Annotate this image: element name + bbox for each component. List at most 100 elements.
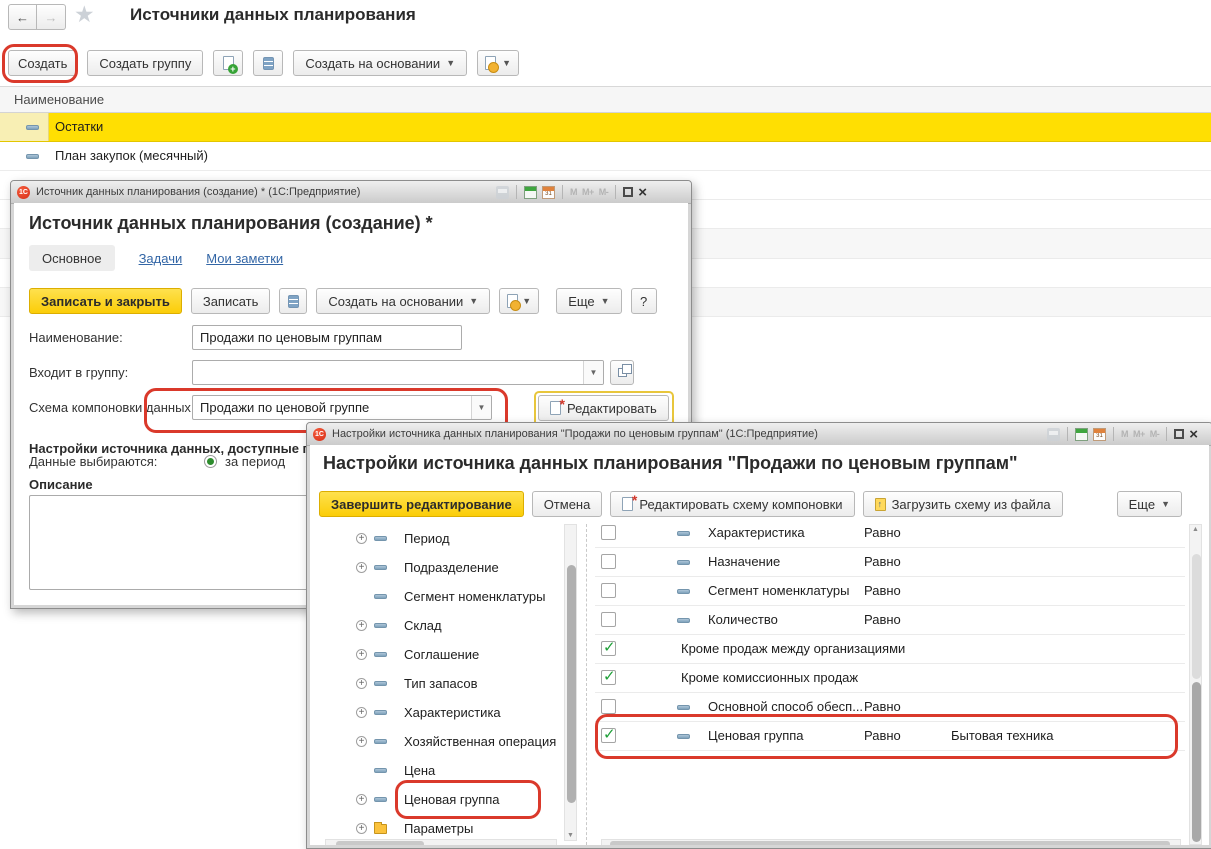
tree-item[interactable]: +Подразделение: [319, 553, 559, 582]
calculator-icon[interactable]: [524, 186, 537, 199]
tree-item[interactable]: +Тип запасов: [319, 669, 559, 698]
more-button[interactable]: Еще ▼: [1117, 491, 1182, 517]
load-schema-button[interactable]: Загрузить схему из файла: [863, 491, 1063, 517]
condition-checkbox[interactable]: [601, 525, 616, 540]
group-field[interactable]: ▼: [192, 360, 604, 385]
new-item-icon-button[interactable]: [213, 50, 243, 76]
close-button[interactable]: ×: [1189, 428, 1198, 441]
condition-row[interactable]: ХарактеристикаРавно: [595, 519, 1185, 548]
finish-editing-button[interactable]: Завершить редактирование: [319, 491, 524, 517]
tree-item[interactable]: +Соглашение: [319, 640, 559, 669]
expand-icon[interactable]: +: [356, 562, 367, 573]
edit-schema-button[interactable]: Редактировать: [538, 395, 669, 421]
create-based-on-button[interactable]: Создать на основании ▼: [316, 288, 490, 314]
expand-icon[interactable]: +: [356, 823, 367, 834]
table-row[interactable]: Остатки: [0, 113, 1211, 142]
memory-add-button[interactable]: M+: [1133, 429, 1145, 439]
list-header[interactable]: Наименование: [0, 86, 1211, 113]
tree-item[interactable]: +Склад: [319, 611, 559, 640]
tab-tasks[interactable]: Задачи: [139, 251, 183, 266]
dialog2-titlebar[interactable]: 1С Настройки источника данных планирован…: [307, 423, 1211, 446]
condition-row[interactable]: Сегмент номенклатурыРавно: [595, 577, 1185, 606]
chevron-down-icon[interactable]: ▼: [471, 396, 491, 419]
scrollbar-thumb[interactable]: [567, 565, 576, 803]
scrollbar-thumb[interactable]: [1192, 682, 1201, 842]
expand-icon[interactable]: +: [356, 794, 367, 805]
conditions-vertical-scrollbar[interactable]: ▲: [1189, 524, 1202, 845]
save-button[interactable]: Записать: [191, 288, 271, 314]
tree-item[interactable]: +Хозяйственная операция: [319, 727, 559, 756]
expand-icon[interactable]: +: [356, 678, 367, 689]
schema-field[interactable]: Продажи по ценовой группе ▼: [192, 395, 492, 420]
scroll-down-icon[interactable]: ▼: [565, 832, 576, 839]
condition-checkbox[interactable]: [601, 612, 616, 627]
condition-checkbox[interactable]: [601, 728, 616, 743]
table-row[interactable]: План закупок (месячный): [0, 142, 1211, 171]
memory-subtract-button[interactable]: M-: [1150, 429, 1160, 439]
maximize-button[interactable]: [1174, 429, 1184, 439]
tree-item[interactable]: +Характеристика: [319, 698, 559, 727]
back-button[interactable]: ←: [8, 4, 37, 30]
tab-main[interactable]: Основное: [29, 245, 115, 271]
memory-recall-button[interactable]: M: [570, 187, 577, 197]
scroll-up-icon[interactable]: ▲: [1190, 526, 1201, 533]
scrollbar-thumb[interactable]: [610, 841, 1170, 845]
radio-period[interactable]: [204, 455, 217, 468]
edit-layout-schema-button[interactable]: Редактировать схему компоновки: [610, 491, 854, 517]
print-icon[interactable]: [1047, 428, 1060, 441]
list-settings-icon-button[interactable]: [253, 50, 283, 76]
create-button[interactable]: Создать: [8, 50, 77, 76]
list-settings-icon-button[interactable]: [279, 288, 307, 314]
favorite-star-icon[interactable]: ★: [74, 1, 95, 28]
more-button[interactable]: Еще ▼: [556, 288, 621, 314]
condition-row[interactable]: Кроме продаж между организациями: [595, 635, 1185, 664]
condition-checkbox[interactable]: [601, 670, 616, 685]
calendar-icon[interactable]: 31: [542, 186, 555, 199]
expand-icon[interactable]: +: [356, 620, 367, 631]
tree-horizontal-scrollbar[interactable]: [325, 839, 557, 845]
create-group-button[interactable]: Создать группу: [87, 50, 203, 76]
tree-item[interactable]: Цена: [319, 756, 559, 785]
tree-item[interactable]: +Период: [319, 524, 559, 553]
condition-row[interactable]: НазначениеРавно: [595, 548, 1185, 577]
save-and-close-button[interactable]: Записать и закрыть: [29, 288, 182, 314]
condition-row[interactable]: Основной способ обесп...Равно: [595, 693, 1185, 722]
condition-row[interactable]: КоличествоРавно: [595, 606, 1185, 635]
chevron-down-icon[interactable]: ▼: [583, 361, 603, 384]
expand-icon[interactable]: +: [356, 736, 367, 747]
report-icon-button[interactable]: ▼: [499, 288, 539, 314]
tree-item[interactable]: +Ценовая группа: [319, 785, 559, 814]
create-based-on-button[interactable]: Создать на основании ▼: [293, 50, 467, 76]
calculator-icon[interactable]: [1075, 428, 1088, 441]
memory-subtract-button[interactable]: M-: [599, 187, 609, 197]
panel-splitter[interactable]: [586, 524, 587, 845]
print-icon[interactable]: [496, 186, 509, 199]
close-button[interactable]: ×: [638, 186, 647, 199]
name-field[interactable]: Продажи по ценовым группам: [192, 325, 462, 350]
expand-icon[interactable]: +: [356, 649, 367, 660]
tab-notes[interactable]: Мои заметки: [206, 251, 283, 266]
condition-checkbox[interactable]: [601, 699, 616, 714]
group-open-button[interactable]: [610, 360, 634, 385]
tree-vertical-scrollbar[interactable]: ▼: [564, 524, 577, 841]
memory-add-button[interactable]: M+: [582, 187, 594, 197]
condition-label: Основной способ обесп...: [708, 693, 863, 721]
condition-checkbox[interactable]: [601, 554, 616, 569]
condition-checkbox[interactable]: [601, 583, 616, 598]
cancel-button[interactable]: Отмена: [532, 491, 603, 517]
tree-item[interactable]: Сегмент номенклатуры: [319, 582, 559, 611]
condition-row[interactable]: Кроме комиссионных продаж: [595, 664, 1185, 693]
condition-row[interactable]: Ценовая группаРавноБытовая техника: [595, 722, 1185, 751]
forward-button[interactable]: →: [37, 4, 66, 30]
scrollbar-thumb[interactable]: [336, 841, 424, 845]
conditions-horizontal-scrollbar[interactable]: [601, 839, 1181, 845]
memory-recall-button[interactable]: M: [1121, 429, 1128, 439]
calendar-icon[interactable]: 31: [1093, 428, 1106, 441]
help-button[interactable]: ?: [631, 288, 657, 314]
dialog1-titlebar[interactable]: 1С Источник данных планирования (создани…: [11, 181, 691, 204]
maximize-button[interactable]: [623, 187, 633, 197]
condition-checkbox[interactable]: [601, 641, 616, 656]
expand-icon[interactable]: +: [356, 533, 367, 544]
expand-icon[interactable]: +: [356, 707, 367, 718]
report-icon-button[interactable]: ▼: [477, 50, 519, 76]
